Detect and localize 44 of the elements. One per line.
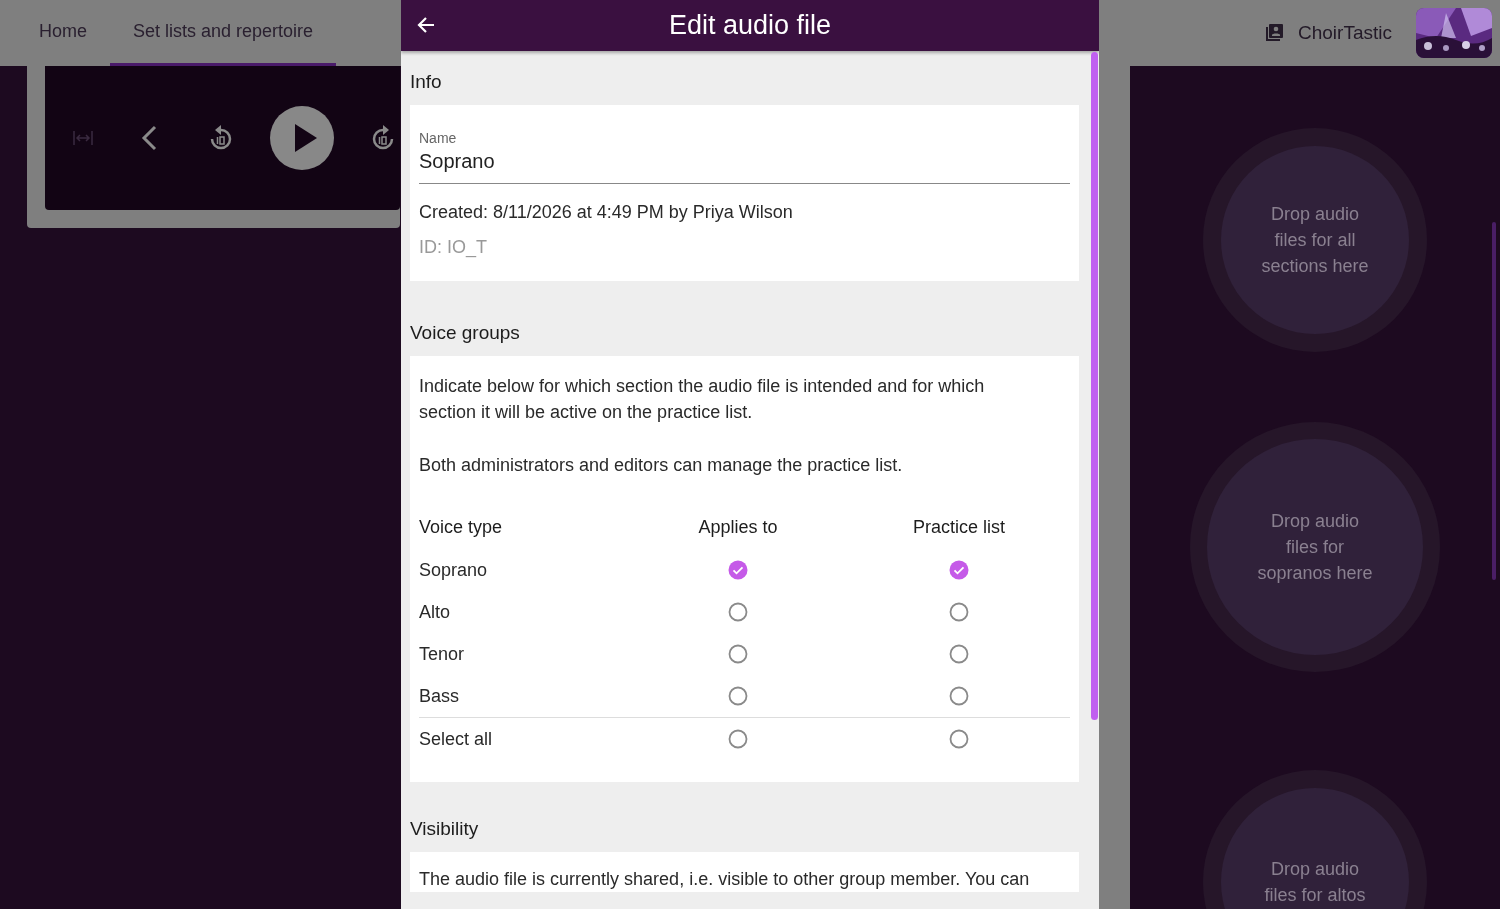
checked-radio[interactable] [728,560,748,580]
id-text: ID: IO_T [419,236,488,260]
radio-button[interactable] [728,602,748,622]
group-name: ChoirTastic [1298,22,1392,44]
section-heading: Info [410,70,443,94]
replay-10-icon[interactable] [209,124,233,152]
created-text: Created: 8/11/2026 at 4:49 PM by Priya Wilson [419,201,794,224]
section-heading: Visibility [410,817,480,841]
select-all-label: Select all [419,728,493,750]
description-text: Indicate below for which section the audio file is intended and for which section it will be active on the practice list. [419,375,986,424]
drop-zone-label: Drop audio files for all sections here [1260,203,1370,278]
scrollbar[interactable] [1091,52,1098,720]
chevron-left-icon[interactable] [141,125,157,151]
checked-radio[interactable] [949,560,969,580]
drop-zone-label: Drop audio files for sopranos here [1256,510,1374,585]
voice-type-label: Soprano [419,559,488,581]
radio-button[interactable] [728,644,748,664]
column-header: Practice list [913,516,1005,538]
radio-button[interactable] [949,602,969,622]
radio-button[interactable] [949,729,969,749]
nav-tab[interactable]: Home [16,0,110,66]
forward-10-icon[interactable] [371,124,395,152]
name-field[interactable]: Soprano [419,150,1070,173]
play-button-icon[interactable] [270,106,334,170]
radio-button[interactable] [728,729,748,749]
field-label: Name [419,129,458,146]
voice-type-label: Tenor [419,643,465,665]
column-header: Voice type [419,516,503,538]
description-text: Both administrators and editors can manage the practice list. [419,454,904,477]
scrollbar[interactable] [1492,222,1496,580]
drop-zone[interactable]: Drop audio files for all sections here [1203,128,1427,352]
drop-zone[interactable]: Drop audio files for altos [1203,770,1427,909]
column-header: Applies to [698,516,778,538]
voice-type-label: Alto [419,601,451,623]
dialog-title: Edit audio file [668,10,832,40]
radio-button[interactable] [949,644,969,664]
contacts-icon [1264,23,1284,43]
visibility-text: The audio file is currently shared, i.e. visible to other group member. You can [419,868,1031,891]
radio-button[interactable] [728,686,748,706]
drop-zone[interactable]: Drop audio files for sopranos here [1190,422,1440,672]
radio-button[interactable] [949,686,969,706]
voice-type-label: Bass [419,685,460,707]
drop-zone-label: Drop audio files for altos [1263,858,1367,907]
section-heading: Voice groups [410,321,521,345]
